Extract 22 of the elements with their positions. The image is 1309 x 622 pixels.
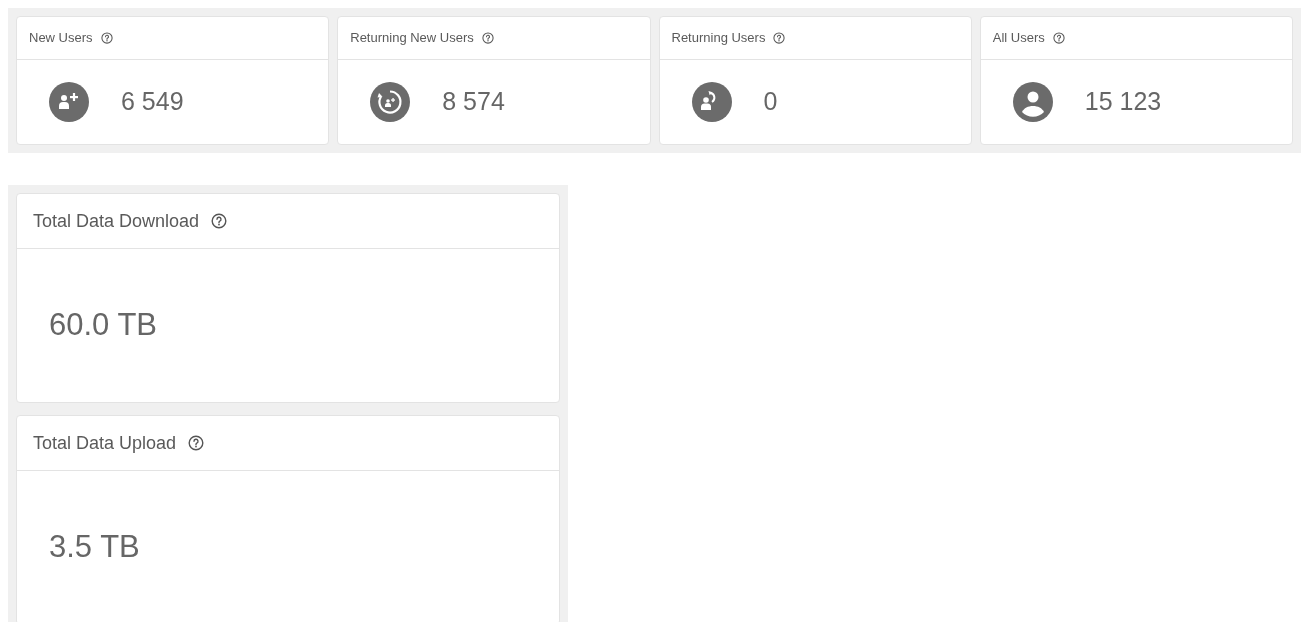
stat-value: 60.0 TB: [49, 306, 157, 345]
help-icon[interactable]: [773, 32, 786, 44]
user-plus-icon: [49, 82, 89, 122]
card-title: Returning New Users: [350, 29, 474, 48]
stat-value: 6 549: [121, 86, 184, 118]
card-title: Total Data Download: [33, 209, 200, 233]
stat-value: 3.5 TB: [49, 528, 140, 567]
user-cycle-icon: [370, 82, 411, 122]
card-title: Returning Users: [671, 29, 766, 48]
card-title: Total Data Upload: [33, 431, 177, 455]
stat-value: 0: [763, 86, 778, 118]
help-icon[interactable]: [188, 435, 205, 451]
help-icon[interactable]: [481, 32, 494, 44]
stat-value: 8 574: [442, 86, 505, 118]
help-icon[interactable]: [211, 213, 228, 229]
user-icon: [1012, 82, 1053, 122]
stat-value: 15 123: [1084, 86, 1162, 118]
card-title: All Users: [992, 29, 1045, 48]
help-icon[interactable]: [100, 32, 113, 44]
help-icon[interactable]: [1052, 32, 1065, 44]
card-title: New Users: [29, 29, 93, 48]
user-return-icon: [691, 82, 732, 122]
